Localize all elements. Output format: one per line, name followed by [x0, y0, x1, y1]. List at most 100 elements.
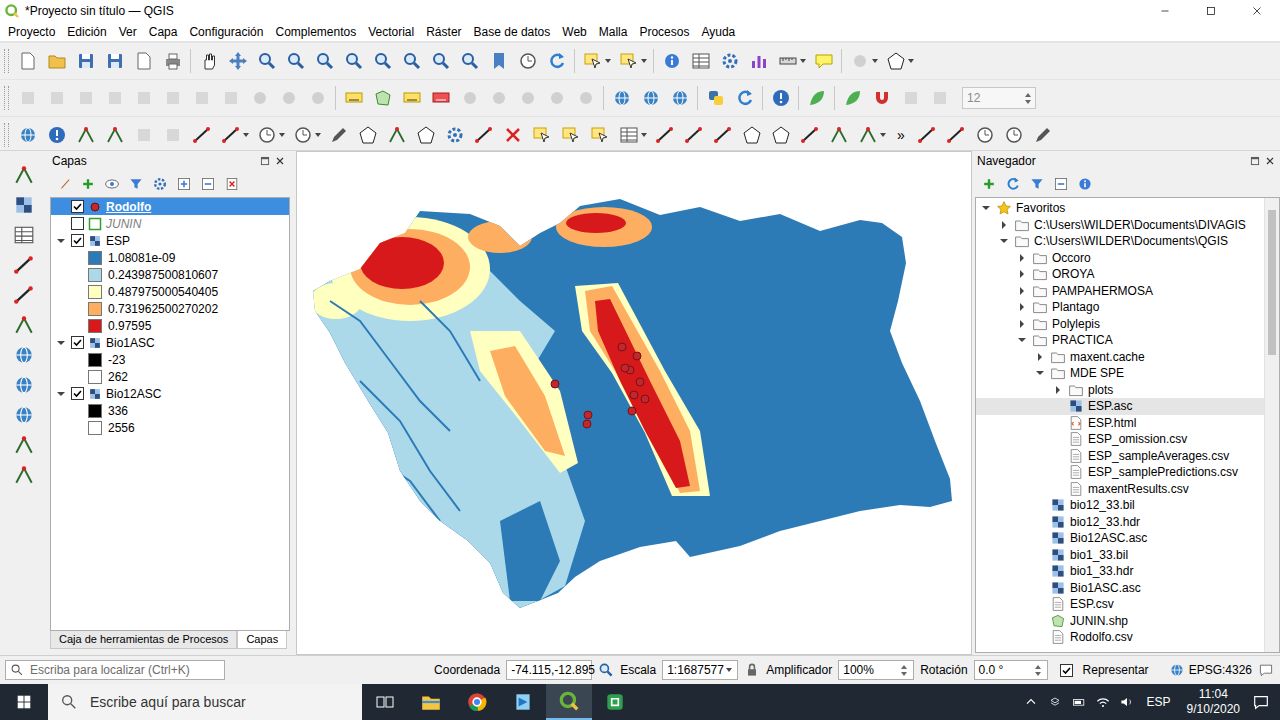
collapsed-arrow-icon[interactable] [1016, 285, 1028, 297]
expand-arrow[interactable] [1052, 417, 1064, 429]
toolbar-button[interactable] [578, 46, 607, 76]
toolbar-button[interactable] [42, 83, 71, 113]
pan-icon[interactable] [228, 51, 248, 71]
toolbar-button[interactable] [426, 83, 455, 113]
line-icon[interactable] [684, 125, 704, 145]
add-layer-button[interactable] [11, 253, 37, 277]
expand-arrow[interactable] [980, 202, 992, 214]
select-icon[interactable] [532, 125, 552, 145]
refresh-icon[interactable] [1005, 176, 1021, 192]
node-icon[interactable] [858, 125, 878, 145]
toolbar-button[interactable] [397, 46, 426, 76]
table-icon[interactable] [691, 51, 711, 71]
browser-item[interactable]: ESP_sampleAverages.csv [976, 448, 1264, 465]
toolbar-button[interactable] [252, 46, 281, 76]
leaf-icon[interactable] [807, 88, 827, 108]
toolbar-button[interactable] [194, 46, 223, 76]
toolbar-button[interactable] [339, 83, 368, 113]
layer-checkbox[interactable] [71, 336, 84, 349]
toolbar-button[interactable] [773, 46, 802, 76]
toolbar-button[interactable] [730, 83, 759, 113]
toolbar-button[interactable] [397, 83, 426, 113]
toolbar-button[interactable] [913, 120, 942, 150]
taskbar-search[interactable]: Escribe aquí para buscar [48, 684, 362, 720]
toolbar-button[interactable] [607, 83, 636, 113]
collapsed-arrow-icon[interactable] [1016, 268, 1028, 280]
expand-arrow[interactable] [1034, 516, 1046, 528]
expanded-arrow-icon[interactable] [55, 337, 67, 349]
toolbar-button[interactable] [187, 83, 216, 113]
menu-item[interactable]: Base de datos [468, 25, 557, 39]
toolbar-button[interactable] [71, 83, 100, 113]
layer-checkbox[interactable] [71, 200, 84, 213]
expand-arrow[interactable] [1034, 565, 1046, 577]
toolbar-button[interactable] [13, 46, 42, 76]
browser-item[interactable]: bio1_33.hdr [976, 563, 1264, 580]
toolbar-button[interactable] [686, 46, 715, 76]
browser-item[interactable]: ESP_samplePredictions.csv [976, 464, 1264, 481]
expand-arrow[interactable] [1034, 598, 1046, 610]
menu-item[interactable]: Complementos [269, 25, 362, 39]
gear-icon[interactable] [152, 176, 168, 192]
browser-item[interactable]: Favoritos [976, 200, 1264, 217]
expand-icon[interactable] [176, 176, 192, 192]
raster-icon[interactable] [13, 194, 35, 216]
greysq-icon[interactable] [901, 88, 921, 108]
grey-icon[interactable] [547, 88, 567, 108]
expand-arrow[interactable] [998, 235, 1010, 247]
expand-arrow[interactable] [1034, 615, 1046, 627]
toolbar-button[interactable] [1000, 120, 1029, 150]
expand-arrow[interactable] [998, 219, 1010, 231]
dropdown-arrow[interactable] [279, 133, 285, 137]
line-icon[interactable] [655, 125, 675, 145]
add-layer-button[interactable] [11, 403, 37, 427]
greysq-icon[interactable] [47, 88, 67, 108]
expand-arrow[interactable] [1016, 318, 1028, 330]
render-checkbox[interactable] [1060, 664, 1073, 677]
globe-icon[interactable] [612, 88, 632, 108]
folder-icon[interactable] [47, 51, 67, 71]
node-icon[interactable] [13, 314, 35, 336]
dropdown-arrow[interactable] [641, 59, 647, 63]
page-icon[interactable] [134, 51, 154, 71]
grey-icon[interactable] [279, 88, 299, 108]
toolbar-button[interactable] [324, 120, 353, 150]
mag-icon[interactable] [402, 51, 422, 71]
occurrence-point[interactable] [633, 352, 641, 360]
browser-item[interactable]: PRACTICA [976, 332, 1264, 349]
disk-icon[interactable] [76, 51, 96, 71]
toolbar-button[interactable] [158, 46, 187, 76]
message-icon[interactable] [1258, 662, 1274, 678]
toolbar-button[interactable] [411, 120, 440, 150]
toolbar-button[interactable] [252, 120, 281, 150]
browser-item[interactable]: Plantago [976, 299, 1264, 316]
expand-arrow[interactable] [1052, 433, 1064, 445]
browser-item[interactable]: maxentResults.csv [976, 481, 1264, 498]
toolbar-button[interactable] [245, 83, 274, 113]
mag-icon[interactable] [344, 51, 364, 71]
speaker-icon[interactable] [1119, 694, 1135, 710]
pen-icon[interactable] [329, 125, 349, 145]
remove-icon[interactable] [224, 176, 240, 192]
clock-icon[interactable] [257, 125, 277, 145]
occurrence-point[interactable] [621, 364, 629, 372]
occurrence-point[interactable] [628, 407, 636, 415]
font-size-field[interactable]: 12 [962, 87, 1036, 109]
toolbar-button[interactable] [942, 120, 971, 150]
toolbar-button[interactable] [556, 120, 585, 150]
dropdown-arrow[interactable] [641, 133, 647, 137]
line-icon[interactable] [917, 125, 937, 145]
taskbar-app[interactable] [592, 684, 638, 720]
chevron-icon[interactable] [1023, 694, 1039, 710]
toolbar-button[interactable] [288, 120, 317, 150]
taskbar-app[interactable] [408, 684, 454, 720]
maximize-icon[interactable] [1204, 4, 1218, 18]
taskbar-app[interactable] [454, 684, 500, 720]
leaf-icon[interactable] [843, 88, 863, 108]
expand-arrow[interactable] [55, 337, 67, 349]
toolbar-button[interactable] [382, 120, 411, 150]
filter-icon[interactable] [1029, 176, 1045, 192]
clock-icon[interactable] [293, 125, 313, 145]
filter-icon[interactable] [128, 176, 144, 192]
dropdown-arrow[interactable] [880, 133, 886, 137]
